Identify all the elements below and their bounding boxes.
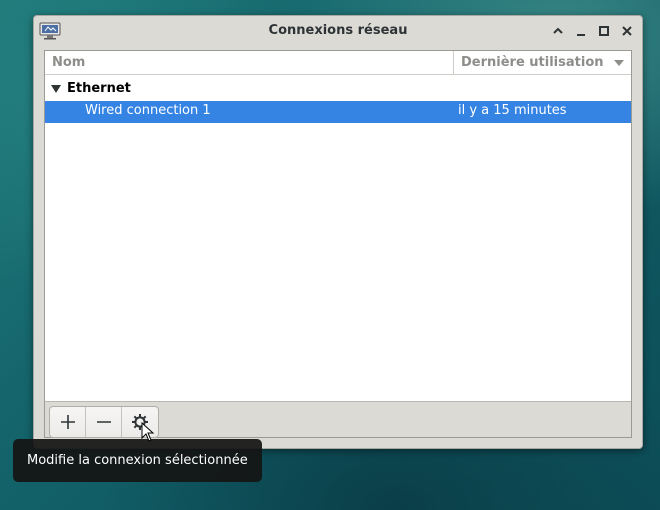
- expander-expanded-icon[interactable]: [51, 85, 61, 93]
- connection-last-used: il y a 15 minutes: [458, 103, 567, 118]
- close-button[interactable]: [617, 21, 637, 41]
- column-header-last-used[interactable]: Dernière utilisation: [454, 51, 631, 75]
- title-bar[interactable]: Connexions réseau: [34, 16, 642, 46]
- plus-icon: [60, 415, 75, 429]
- add-connection-button[interactable]: [50, 407, 86, 437]
- close-icon: [622, 26, 632, 36]
- maximize-icon: [599, 26, 609, 36]
- column-header-last-used-label: Dernière utilisation: [461, 55, 604, 70]
- network-connections-window: Connexions réseau Nom Dernière utilisati…: [33, 15, 643, 449]
- connection-row-selected[interactable]: Wired connection 1 il y a 15 minutes: [45, 101, 631, 123]
- maximize-up-button[interactable]: [548, 21, 568, 41]
- tooltip-text: Modifie la connexion sélectionnée: [27, 453, 248, 468]
- minimize-button[interactable]: [571, 21, 591, 41]
- mouse-pointer-icon: [141, 422, 155, 442]
- connections-list: Nom Dernière utilisation Ethernet Wired …: [44, 50, 632, 438]
- group-label: Ethernet: [67, 81, 131, 96]
- bottom-toolbar: [45, 401, 631, 438]
- remove-connection-button[interactable]: [86, 407, 122, 437]
- column-header-name[interactable]: Nom: [45, 51, 454, 75]
- sort-descending-icon: [614, 60, 624, 66]
- minimize-icon: [577, 34, 585, 36]
- tooltip: Modifie la connexion sélectionnée: [13, 439, 262, 482]
- chevron-up-icon: [553, 27, 563, 34]
- group-row-ethernet[interactable]: Ethernet: [45, 79, 631, 101]
- maximize-button[interactable]: [594, 21, 614, 41]
- column-header-row: Nom Dernière utilisation: [45, 51, 631, 75]
- minus-icon: [96, 421, 111, 423]
- connection-name: Wired connection 1: [85, 103, 211, 118]
